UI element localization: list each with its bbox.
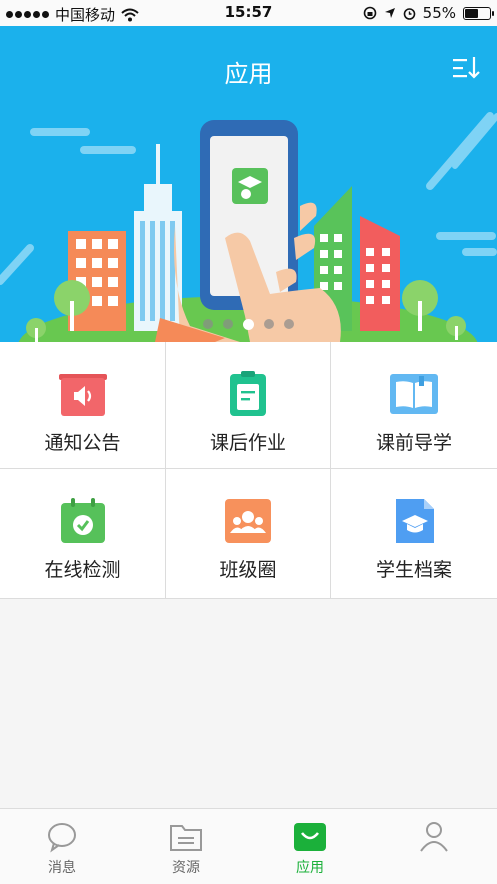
megaphone-icon [58, 374, 107, 416]
app-online-test-label: 在线检测 [44, 559, 121, 581]
carousel-dot[interactable] [223, 319, 233, 329]
building-red [360, 216, 400, 331]
tab-resources[interactable]: 资源 [124, 809, 248, 884]
app-preview-study-label: 课前导学 [375, 432, 452, 454]
cloud-streak [436, 232, 496, 240]
group-icon [225, 499, 271, 543]
tab-messages[interactable]: 消息 [0, 809, 124, 884]
app-homework[interactable]: 课后作业 [166, 342, 331, 469]
tab-bar: 消息 资源 应用 [0, 808, 497, 884]
tab-apps-label: 应用 [296, 860, 324, 876]
location-icon [384, 8, 395, 18]
tab-profile[interactable] [372, 809, 496, 884]
app-header: 应用 [0, 26, 497, 342]
app-homework-label: 课后作业 [209, 432, 286, 454]
tab-resources-label: 资源 [172, 860, 200, 876]
carousel-dot[interactable] [264, 319, 274, 329]
chat-icon [48, 823, 76, 853]
app-student-files-label: 学生档案 [375, 559, 452, 581]
light-streak [0, 244, 34, 285]
folder-icon [170, 825, 202, 851]
carousel-dot-active[interactable] [243, 319, 254, 330]
clipboard-icon [230, 371, 266, 416]
tab-messages-label: 消息 [48, 860, 76, 876]
cloud-streak [30, 128, 90, 136]
cloud-streak [462, 248, 497, 256]
carousel-dot[interactable] [284, 319, 294, 329]
app-class-circle-label: 班级圈 [219, 559, 277, 581]
app-notice-label: 通知公告 [44, 432, 121, 454]
app-online-test[interactable]: 在线检测 [0, 469, 166, 598]
carousel-indicator [0, 319, 497, 330]
apps-icon [294, 823, 326, 851]
sort-icon[interactable] [451, 54, 481, 82]
book-icon [390, 374, 438, 414]
app-grid: 通知公告 课后作业 课前导学 在线检测 班级圈 学生档案 [0, 342, 497, 599]
alarm-icon [403, 7, 415, 20]
light-streak [452, 113, 497, 169]
battery-icon [463, 6, 494, 20]
rotation-lock-icon [363, 6, 376, 20]
status-bar: 中国移动 15:57 55% [0, 0, 497, 26]
light-streak [426, 112, 494, 190]
graduation-file-icon [396, 499, 434, 543]
app-notice[interactable]: 通知公告 [0, 342, 166, 469]
battery-percent: 55% [422, 4, 456, 22]
app-class-circle[interactable]: 班级圈 [166, 469, 331, 598]
cloud-streak [80, 146, 136, 154]
person-icon [420, 822, 448, 852]
finger [294, 233, 316, 260]
page-title: 应用 [224, 60, 273, 88]
app-preview-study[interactable]: 课前导学 [331, 342, 497, 469]
carousel-dot[interactable] [203, 319, 213, 329]
calendar-check-icon [60, 498, 105, 543]
tab-apps[interactable]: 应用 [248, 809, 372, 884]
app-student-files[interactable]: 学生档案 [331, 469, 497, 598]
